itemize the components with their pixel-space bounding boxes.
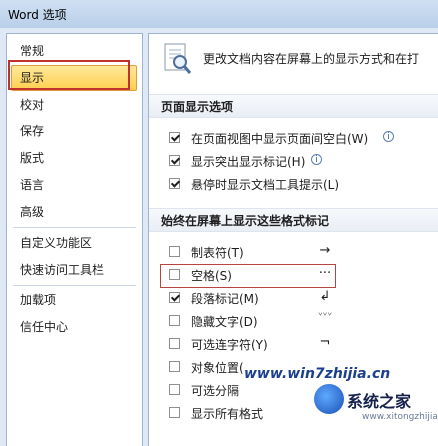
watermark-site-name: 系统之家 xyxy=(347,392,412,411)
paragraph-mark-icon: ↲ xyxy=(319,289,331,304)
panel-description: 更改文档内容在屏幕上的显示方式和在打 xyxy=(203,52,420,66)
checkbox[interactable] xyxy=(169,338,180,349)
options-sidebar: 常规 显示 校对 保存 版式 语言 高级 自定义功能区 快速访问工具栏 加载项 … xyxy=(6,33,143,446)
section-header-page-display: 页面显示选项 xyxy=(149,94,438,118)
option-label: 显示突出显示标记(H) xyxy=(191,155,306,169)
sidebar-divider xyxy=(13,227,136,228)
option-optional-hyphens[interactable]: 可选连字符(Y) ¬ xyxy=(169,335,434,354)
option-tab-characters[interactable]: 制表符(T) → xyxy=(169,243,434,262)
title-bar: Word 选项 xyxy=(0,0,438,28)
sidebar-item-add-ins[interactable]: 加载项 xyxy=(7,287,142,313)
highlight-box-display xyxy=(8,60,130,90)
option-hidden-text[interactable]: 隐藏文字(D) ᘁᘁᘁ xyxy=(169,312,434,331)
option-show-highlighter[interactable]: 显示突出显示标记(H) i xyxy=(169,153,434,171)
option-label: 制表符(T) xyxy=(191,246,244,260)
checkbox[interactable] xyxy=(169,292,180,303)
sidebar-item-trust-center[interactable]: 信任中心 xyxy=(7,314,142,340)
sidebar-item-language[interactable]: 语言 xyxy=(7,172,142,198)
checkbox[interactable] xyxy=(169,178,180,189)
checkbox[interactable] xyxy=(169,407,180,418)
checkbox[interactable] xyxy=(169,132,180,143)
info-icon: i xyxy=(311,154,322,165)
info-icon: i xyxy=(383,131,394,142)
section-title: 始终在屏幕上显示这些格式标记 xyxy=(161,214,330,228)
sidebar-item-advanced[interactable]: 高级 xyxy=(7,199,142,225)
hidden-text-icon: ᘁᘁᘁ xyxy=(317,312,333,322)
sidebar-item-quick-access-toolbar[interactable]: 快速访问工具栏 xyxy=(7,257,142,283)
tab-arrow-icon: → xyxy=(319,243,331,258)
option-label: 可选分隔 xyxy=(191,384,240,398)
option-show-whitespace[interactable]: 在页面视图中显示页面间空白(W) i xyxy=(169,130,434,148)
sidebar-item-proofing[interactable]: 校对 xyxy=(7,92,142,118)
watermark-url: www.win7zhijia.cn xyxy=(244,366,391,382)
sidebar-item-typography[interactable]: 版式 xyxy=(7,145,142,171)
document-magnifier-icon xyxy=(164,43,192,74)
option-label: 在页面视图中显示页面间空白(W) xyxy=(191,132,369,146)
checkbox[interactable] xyxy=(169,155,180,166)
sidebar-item-customize-ribbon[interactable]: 自定义功能区 xyxy=(7,230,142,256)
window-title: Word 选项 xyxy=(8,8,67,22)
checkbox[interactable] xyxy=(169,246,180,257)
option-label: 段落标记(M) xyxy=(191,292,259,306)
watermark: www.win7zhijia.cn 系统之家 www.xitongzhijia.… xyxy=(244,362,438,445)
section-title: 页面显示选项 xyxy=(161,100,234,114)
option-label: 隐藏文字(D) xyxy=(191,315,258,329)
sidebar-divider xyxy=(13,285,136,286)
option-label: 悬停时显示文档工具提示(L) xyxy=(191,178,340,192)
option-label: 可选连字符(Y) xyxy=(191,338,268,352)
sidebar-item-save[interactable]: 保存 xyxy=(7,118,142,144)
checkbox[interactable] xyxy=(169,384,180,395)
globe-logo-icon xyxy=(314,384,344,414)
option-label: 对象位置( xyxy=(191,361,244,375)
checkbox[interactable] xyxy=(169,315,180,326)
checkbox[interactable] xyxy=(169,361,180,372)
highlight-box-spaces xyxy=(160,264,336,288)
watermark-site-url: www.xitongzhijia.net xyxy=(362,412,438,422)
hyphen-icon: ¬ xyxy=(319,335,331,350)
option-show-tooltips[interactable]: 悬停时显示文档工具提示(L) xyxy=(169,176,434,194)
section-header-formatting-marks: 始终在屏幕上显示这些格式标记 xyxy=(149,208,438,232)
option-paragraph-marks[interactable]: 段落标记(M) ↲ xyxy=(169,289,434,308)
